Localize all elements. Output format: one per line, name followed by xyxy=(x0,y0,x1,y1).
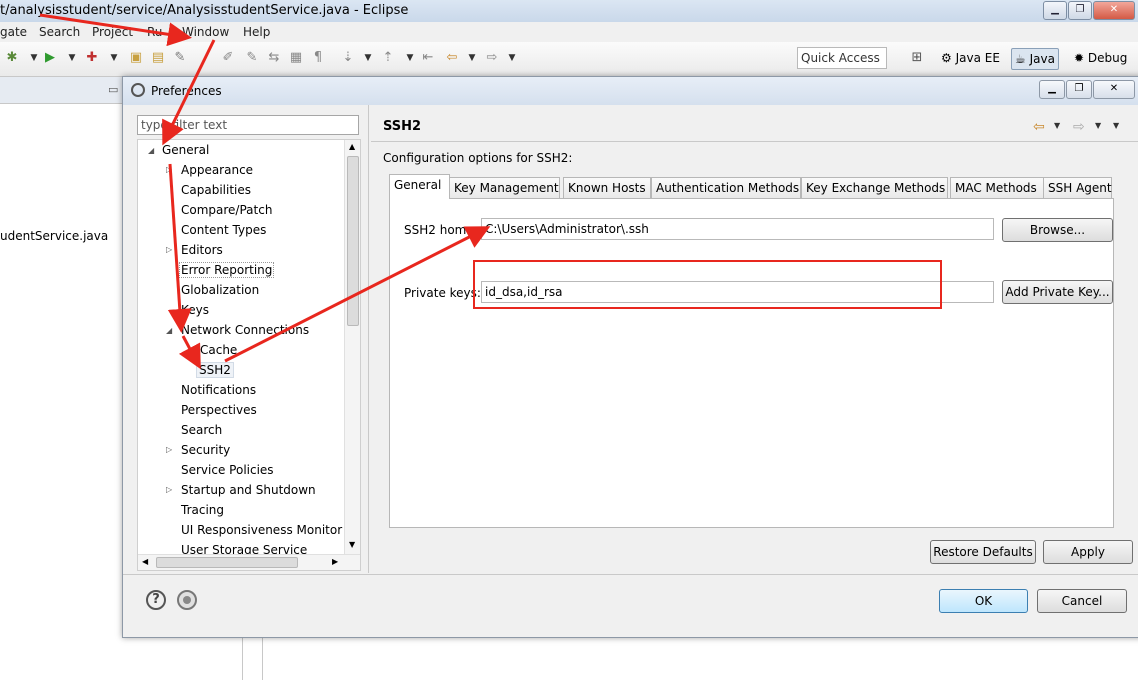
arrow-general-to-network xyxy=(167,163,192,333)
arrow-ssh2-to-home xyxy=(224,226,491,363)
annotation-arrows xyxy=(39,13,491,370)
arrow-title-to-window xyxy=(39,13,192,47)
tab-general[interactable]: General xyxy=(389,174,450,199)
arrow-network-to-ssh2 xyxy=(178,335,201,370)
arrow-window-to-general xyxy=(162,39,216,146)
